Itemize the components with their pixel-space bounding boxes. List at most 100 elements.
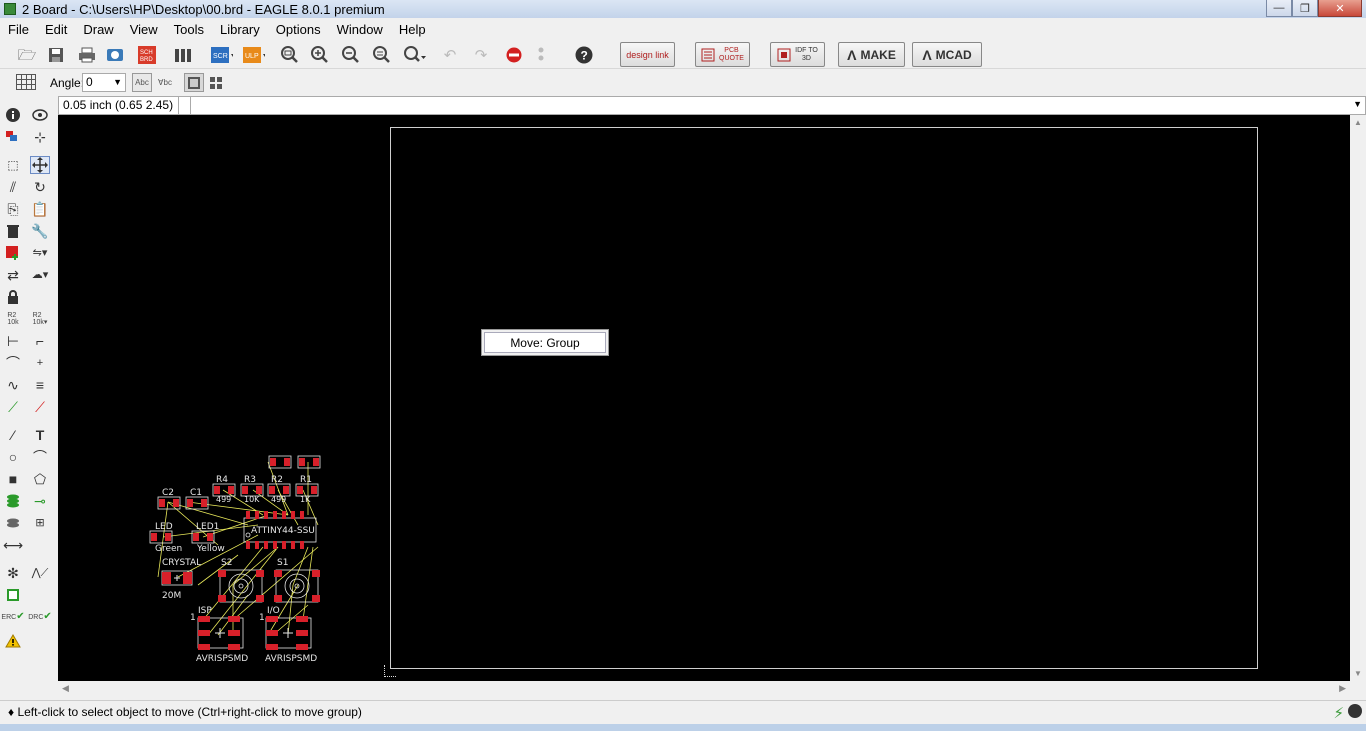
undo-icon[interactable]: ↶ <box>439 44 461 66</box>
lightning-icon[interactable]: ⚡ <box>1333 704 1344 722</box>
circle-icon[interactable]: ○ <box>3 448 23 466</box>
menu-draw[interactable]: Draw <box>75 22 121 37</box>
rotate-icon[interactable]: ↻ <box>30 178 50 196</box>
scroll-up-icon[interactable]: ▲ <box>1354 118 1362 127</box>
single-layer-icon[interactable] <box>184 73 204 92</box>
drc-board-icon[interactable] <box>3 586 23 604</box>
select-icon[interactable]: ⬚ <box>3 156 23 174</box>
spin-text-icon[interactable]: Abc <box>132 73 152 92</box>
maximize-button[interactable]: ❐ <box>1292 0 1318 17</box>
script-icon[interactable]: SCR <box>211 44 233 66</box>
stop-command-icon[interactable] <box>1348 704 1362 718</box>
split-icon[interactable]: ⊢ <box>3 332 23 350</box>
make-button[interactable]: Λ MAKE <box>838 42 905 67</box>
menu-view[interactable]: View <box>122 22 166 37</box>
zoom-in-icon[interactable] <box>309 44 331 66</box>
arc-icon[interactable]: ⌒ <box>30 448 50 466</box>
autorouter-icon[interactable]: ⋀⟋ <box>30 564 50 582</box>
erc-icon[interactable]: ERC ✔ <box>1 608 24 626</box>
board-canvas[interactable]: R4 499 R3 10K R2 499 R1 1K C2 C1 LED Gre… <box>58 115 1350 681</box>
mirror-icon[interactable]: ⫽ <box>3 178 23 196</box>
ulp-icon[interactable]: ULP <box>243 44 265 66</box>
name-icon[interactable]: R2 10k <box>3 310 23 328</box>
cam-processor-icon[interactable] <box>104 44 126 66</box>
move-group-popup[interactable]: Move: Group <box>481 329 609 356</box>
zoom-to-fit-icon[interactable] <box>279 44 301 66</box>
menu-tools[interactable]: Tools <box>166 22 212 37</box>
wave-icon[interactable]: ∿ <box>3 376 23 394</box>
text-icon[interactable]: T <box>30 426 50 444</box>
pcb-quote-button[interactable]: PCB QUOTE <box>695 42 750 67</box>
align-icon[interactable]: ≡ <box>30 376 50 394</box>
library-manager-icon[interactable] <box>173 44 195 66</box>
show-icon[interactable] <box>30 106 50 124</box>
value-icon[interactable]: R2 10k▾ <box>30 310 50 328</box>
signal-icon[interactable]: ⊸ <box>30 492 50 510</box>
scroll-left-icon[interactable]: ◀ <box>62 683 69 694</box>
swap-icon[interactable]: ⇄ <box>3 266 23 284</box>
menu-edit[interactable]: Edit <box>37 22 75 37</box>
info-icon[interactable] <box>3 106 23 124</box>
smash-icon[interactable]: ☁▾ <box>30 266 50 284</box>
zoom-select-icon[interactable] <box>404 44 426 66</box>
idf-to-3d-button[interactable]: IDF TO 3D <box>770 42 825 67</box>
drc-icon[interactable]: DRC ✔ <box>28 608 52 626</box>
change-icon[interactable]: 🔧 <box>30 222 50 240</box>
menu-file[interactable]: File <box>0 22 37 37</box>
hole-icon[interactable] <box>3 514 23 532</box>
close-button[interactable]: ✕ <box>1318 0 1362 17</box>
rectangle-icon[interactable]: ■ <box>3 470 23 488</box>
design-link-button[interactable]: design link <box>620 42 675 67</box>
zoom-out-icon[interactable] <box>340 44 362 66</box>
dimension-icon[interactable]: ⟷ <box>3 536 23 554</box>
via-icon[interactable] <box>3 492 23 510</box>
menu-help[interactable]: Help <box>391 22 434 37</box>
angle-select[interactable]: 0 ▼ <box>82 73 126 92</box>
scroll-right-icon[interactable]: ▶ <box>1339 683 1346 694</box>
open-file-icon[interactable]: 🗁 <box>16 44 38 66</box>
ratsnest-icon[interactable]: ✻ <box>3 564 23 582</box>
schematic-board-switch-icon[interactable]: SCH BRD <box>136 44 158 66</box>
optimize-icon[interactable]: ⌒ <box>3 354 23 372</box>
redo-icon[interactable]: ↷ <box>470 44 492 66</box>
scroll-down-icon[interactable]: ▼ <box>1354 669 1362 678</box>
command-input[interactable] <box>181 97 191 114</box>
meander-icon[interactable]: + <box>30 354 50 372</box>
label-s1: S1 <box>277 558 288 568</box>
route-icon[interactable]: ⟋ <box>3 398 23 416</box>
grid-icon[interactable] <box>16 74 36 90</box>
svg-text:ULP: ULP <box>245 53 259 60</box>
display-layers-icon[interactable] <box>3 128 23 146</box>
menu-options[interactable]: Options <box>268 22 329 37</box>
polygon-icon[interactable]: ⬠ <box>30 470 50 488</box>
copy-icon[interactable]: ⎘ <box>3 200 23 218</box>
paste-icon[interactable]: 📋 <box>30 200 50 218</box>
warning-icon[interactable] <box>3 632 23 650</box>
help-icon[interactable]: ? <box>573 44 595 66</box>
add-icon[interactable] <box>3 244 23 262</box>
mark-icon[interactable]: ⊹ <box>30 128 50 146</box>
move-icon[interactable] <box>30 156 50 174</box>
print-icon[interactable] <box>76 44 98 66</box>
go-icon[interactable] <box>530 44 552 66</box>
redraw-icon[interactable] <box>371 44 393 66</box>
lock-icon[interactable] <box>3 288 23 306</box>
minimize-button[interactable]: — <box>1266 0 1292 17</box>
chevron-down-icon[interactable]: ▼ <box>1353 99 1362 109</box>
mirror-text-icon[interactable]: Ɐbc <box>155 73 175 92</box>
vertical-scrollbar[interactable]: ▲ ▼ <box>1350 115 1366 681</box>
miter-icon[interactable]: ⌐ <box>30 332 50 350</box>
multi-layer-icon[interactable] <box>206 73 226 92</box>
line-icon[interactable]: ⁄ <box>3 426 23 444</box>
stop-icon[interactable] <box>503 44 525 66</box>
ripup-icon[interactable]: ⟋ <box>30 398 50 416</box>
save-icon[interactable] <box>45 44 67 66</box>
menu-library[interactable]: Library <box>212 22 268 37</box>
move-group-option[interactable]: Move: Group <box>484 332 606 353</box>
delete-icon[interactable] <box>3 222 23 240</box>
horizontal-scrollbar[interactable]: ◀ ▶ <box>58 681 1350 697</box>
replace-icon[interactable]: ⇋▾ <box>30 244 50 262</box>
menu-window[interactable]: Window <box>329 22 391 37</box>
attribute-icon[interactable]: ⊞ <box>30 514 50 532</box>
mcad-button[interactable]: Λ MCAD <box>912 42 982 67</box>
